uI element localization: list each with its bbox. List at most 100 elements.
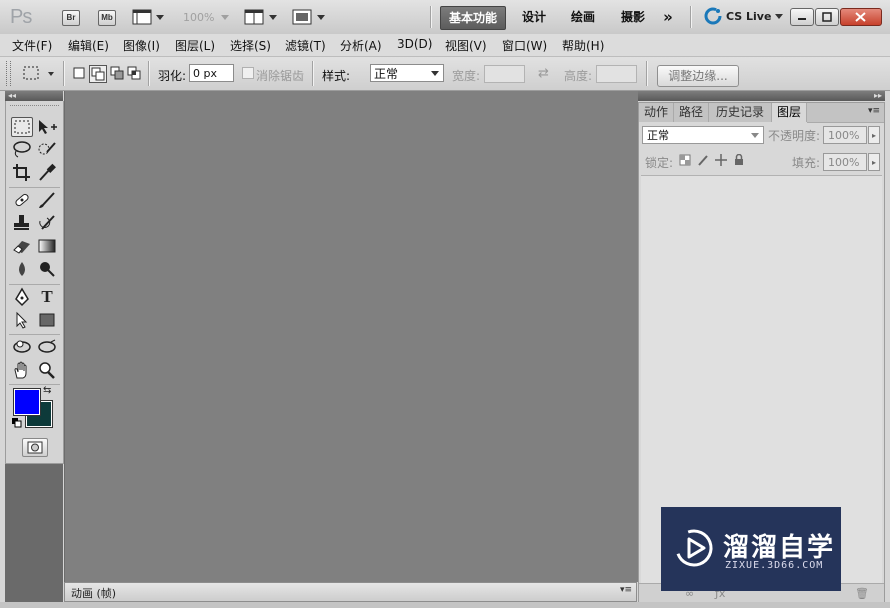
intersect-selection-icon[interactable]	[127, 66, 141, 80]
tab-layers[interactable]: 图层	[772, 103, 807, 122]
new-selection-icon[interactable]	[72, 66, 86, 80]
delete-layer-icon[interactable]: 🗑	[855, 587, 869, 600]
arrange-documents-button[interactable]	[244, 8, 280, 26]
menu-help[interactable]: 帮助(H)	[562, 37, 604, 54]
width-input[interactable]	[484, 65, 525, 83]
divider	[148, 61, 150, 86]
tab-paths[interactable]: 路径	[674, 103, 709, 122]
toolbox-grip[interactable]	[10, 105, 59, 109]
workspace-painting-button[interactable]: 绘画	[561, 6, 605, 28]
collapse-panels-icon[interactable]: ▸▸	[874, 91, 882, 101]
blur-tool-icon[interactable]	[11, 259, 33, 279]
close-button[interactable]	[840, 8, 882, 26]
application-bar: Ps Br Mb 100% 基本功能 设计 绘画 摄影 » CS Live	[0, 0, 890, 35]
menu-edit[interactable]: 编辑(E)	[68, 37, 109, 54]
clone-stamp-tool-icon[interactable]	[11, 213, 33, 233]
options-bar: 羽化: 0 px 消除锯齿 样式: 正常 宽度: ⇄ 高度: 调整边缘...	[0, 57, 890, 91]
fill-input[interactable]: 100%	[823, 153, 867, 171]
style-select-value: 正常	[374, 67, 399, 81]
menu-3d[interactable]: 3D(D)	[397, 37, 432, 51]
refine-edge-button[interactable]: 调整边缘...	[657, 65, 739, 87]
menu-window[interactable]: 窗口(W)	[502, 37, 547, 54]
gradient-tool-icon[interactable]	[36, 236, 58, 256]
quick-mask-icon	[27, 441, 43, 454]
blend-mode-select[interactable]: 正常	[642, 126, 764, 144]
dodge-tool-icon[interactable]	[36, 259, 58, 279]
workspace-photography-button[interactable]: 摄影	[611, 6, 655, 28]
cs-live-button[interactable]: CS Live	[704, 7, 784, 25]
height-input[interactable]	[596, 65, 637, 83]
launch-bridge-button[interactable]: Br	[62, 10, 80, 26]
workspace-essentials-button[interactable]: 基本功能	[440, 6, 506, 30]
collapse-toolbox-icon[interactable]: ◂◂	[8, 91, 16, 101]
subtract-from-selection-icon[interactable]	[110, 66, 124, 80]
animation-panel: 动画 (帧) ▾≡	[64, 582, 637, 602]
3d-orbit-tool-icon[interactable]	[36, 337, 58, 357]
opacity-input[interactable]: 100%	[823, 126, 867, 144]
feather-input[interactable]: 0 px	[189, 64, 234, 82]
play-logo-icon	[675, 529, 713, 567]
pen-tool-icon[interactable]	[11, 287, 33, 307]
menu-filter[interactable]: 滤镜(T)	[285, 37, 326, 54]
document-workspace[interactable]	[64, 91, 638, 582]
marquee-preset-icon	[23, 66, 54, 80]
more-workspaces-chevron-icon[interactable]: »	[657, 6, 679, 28]
view-extras-button[interactable]	[132, 8, 166, 26]
menu-select[interactable]: 选择(S)	[230, 37, 271, 54]
menu-view[interactable]: 视图(V)	[445, 37, 487, 54]
menu-image[interactable]: 图像(I)	[123, 37, 160, 54]
tab-actions[interactable]: 动作	[639, 103, 674, 122]
workspace-design-button[interactable]: 设计	[512, 6, 556, 28]
menu-file[interactable]: 文件(F)	[12, 37, 52, 54]
brush-tool-icon[interactable]	[36, 190, 58, 210]
eraser-tool-icon[interactable]	[11, 236, 33, 256]
type-tool-icon[interactable]: T	[36, 287, 58, 307]
add-to-selection-icon[interactable]	[89, 65, 107, 83]
panel-menu-icon[interactable]: ▾≡	[868, 106, 880, 116]
menu-analysis[interactable]: 分析(A)	[340, 37, 382, 54]
move-tool-icon[interactable]	[36, 117, 58, 137]
crop-tool-icon[interactable]	[11, 162, 33, 182]
rectangular-marquee-tool-icon[interactable]	[11, 117, 33, 137]
watermark-subtitle: ZIXUE.3D66.COM	[725, 560, 824, 571]
animation-panel-tab[interactable]: 动画 (帧)	[71, 585, 116, 601]
minimize-button[interactable]	[790, 8, 814, 26]
style-select[interactable]: 正常	[370, 64, 444, 82]
lock-position-move-icon[interactable]	[715, 154, 727, 166]
swap-width-height-icon[interactable]: ⇄	[538, 66, 549, 81]
hand-tool-icon[interactable]	[11, 360, 33, 380]
lock-all-icon[interactable]	[733, 154, 745, 166]
history-brush-tool-icon[interactable]	[36, 213, 58, 233]
path-selection-tool-icon[interactable]	[11, 310, 33, 330]
lasso-tool-icon[interactable]	[11, 139, 33, 159]
3d-rotate-tool-icon[interactable]	[11, 337, 33, 357]
lock-pixels-brush-icon[interactable]	[697, 154, 709, 166]
tool-preset-picker[interactable]	[22, 64, 58, 84]
zoom-level[interactable]: 100%	[183, 11, 214, 24]
foreground-color-swatch[interactable]	[13, 388, 41, 416]
cs-live-icon	[704, 7, 722, 25]
right-dock-header[interactable]: ▸▸	[638, 91, 885, 101]
options-bar-grip[interactable]	[6, 61, 11, 86]
menu-layer[interactable]: 图层(L)	[175, 37, 215, 54]
default-colors-icon[interactable]	[12, 418, 22, 428]
zoom-dropdown-icon[interactable]	[221, 15, 229, 20]
panel-menu-icon[interactable]: ▾≡	[620, 585, 632, 595]
antialias-checkbox[interactable]	[242, 67, 254, 79]
width-label: 宽度:	[452, 69, 481, 83]
zoom-tool-icon[interactable]	[36, 360, 58, 380]
toolbox-header[interactable]: ◂◂	[5, 91, 63, 101]
opacity-slider-arrow-icon[interactable]: ▸	[868, 126, 880, 144]
eyedropper-tool-icon[interactable]	[36, 162, 58, 182]
swap-colors-icon[interactable]: ⇆	[43, 385, 51, 396]
lock-transparency-icon[interactable]	[679, 154, 691, 166]
tab-history[interactable]: 历史记录	[709, 103, 772, 122]
screen-mode-button[interactable]	[292, 8, 328, 26]
rectangle-tool-icon[interactable]	[36, 310, 58, 330]
quick-mask-button[interactable]	[22, 438, 48, 457]
spot-healing-brush-tool-icon[interactable]	[11, 190, 33, 210]
fill-slider-arrow-icon[interactable]: ▸	[868, 153, 880, 171]
quick-selection-tool-icon[interactable]	[36, 139, 58, 159]
launch-minibridge-button[interactable]: Mb	[98, 10, 116, 26]
maximize-button[interactable]	[815, 8, 839, 26]
